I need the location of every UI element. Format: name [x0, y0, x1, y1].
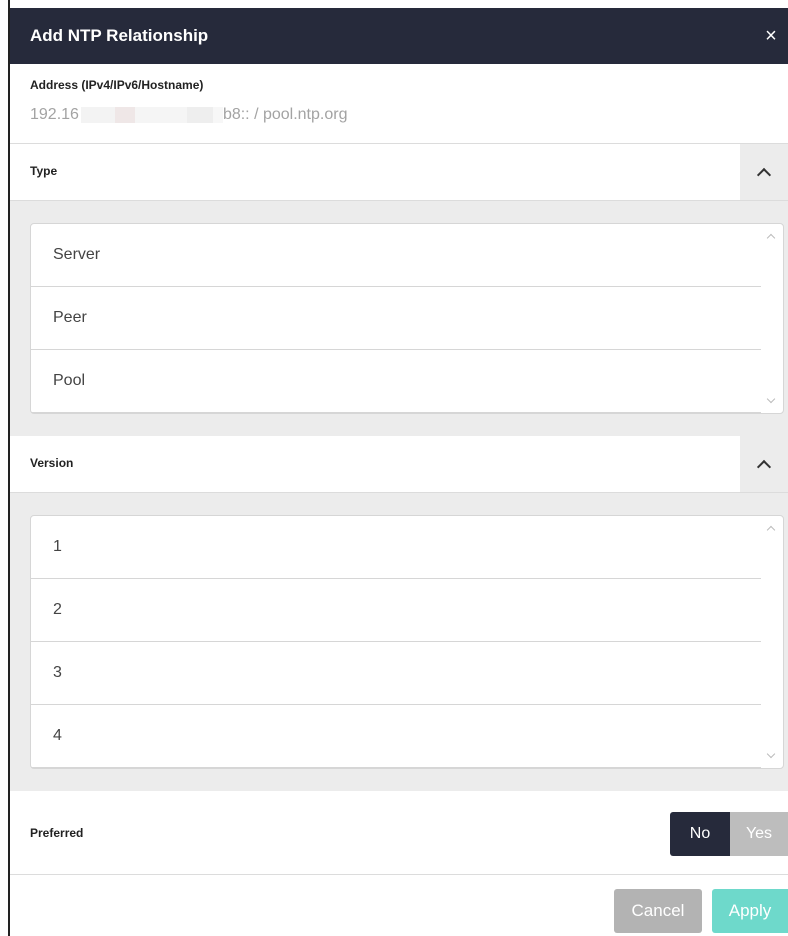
close-icon[interactable]: × [758, 21, 784, 51]
type-option-server[interactable]: Server [31, 224, 761, 287]
dialog-footer: Cancel Apply [10, 875, 788, 933]
version-option-4[interactable]: 4 [31, 705, 761, 768]
version-collapse-button[interactable] [740, 436, 788, 492]
type-listbox[interactable]: Server Peer Pool [30, 223, 784, 414]
dialog-header: Add NTP Relationship × [10, 8, 788, 64]
address-field-group: Address (IPv4/IPv6/Hostname) 192.16 b8:: … [10, 64, 788, 144]
type-option-peer[interactable]: Peer [31, 287, 761, 350]
type-collapse-button[interactable] [740, 144, 788, 200]
preferred-label: Preferred [30, 825, 84, 840]
cancel-button[interactable]: Cancel [614, 889, 702, 933]
version-option-2[interactable]: 2 [31, 579, 761, 642]
address-input[interactable]: 192.16 b8:: / pool.ntp.org [30, 100, 788, 130]
scroll-up-icon[interactable] [766, 233, 776, 243]
type-option-pool[interactable]: Pool [31, 350, 761, 413]
version-panel: 1 2 3 4 [10, 493, 788, 791]
version-section-header: Version [10, 436, 788, 493]
type-section-header: Type [10, 144, 788, 201]
redacted-region [212, 106, 223, 123]
preferred-toggle[interactable]: No Yes [670, 811, 788, 856]
scroll-down-icon[interactable] [766, 394, 776, 404]
redacted-region [186, 106, 213, 123]
type-panel: Server Peer Pool [10, 201, 788, 436]
address-placeholder-prefix: 192.16 [30, 106, 79, 123]
version-label: Version [30, 456, 74, 470]
type-scrollbar[interactable] [761, 224, 783, 413]
chevron-up-icon [756, 167, 772, 183]
dialog-title: Add NTP Relationship [30, 26, 209, 45]
type-label: Type [30, 164, 58, 178]
preferred-yes-button[interactable]: Yes [730, 811, 788, 856]
add-ntp-relationship-dialog: Add NTP Relationship × Address (IPv4/IPv… [10, 8, 788, 936]
apply-button[interactable]: Apply [712, 889, 788, 933]
redacted-region [114, 106, 135, 123]
chevron-up-icon [756, 459, 772, 475]
version-option-3[interactable]: 3 [31, 642, 761, 705]
version-scrollbar[interactable] [761, 516, 783, 768]
preferred-row: Preferred No Yes [10, 791, 788, 875]
version-listbox[interactable]: 1 2 3 4 [30, 515, 784, 769]
address-label: Address (IPv4/IPv6/Hostname) [30, 78, 204, 92]
redacted-region [80, 106, 115, 123]
preferred-no-button[interactable]: No [670, 811, 730, 856]
redacted-region [134, 106, 187, 123]
scroll-up-icon[interactable] [766, 525, 776, 535]
scroll-down-icon[interactable] [766, 749, 776, 759]
address-placeholder-suffix: b8:: / pool.ntp.org [222, 106, 348, 123]
version-option-1[interactable]: 1 [31, 516, 761, 579]
